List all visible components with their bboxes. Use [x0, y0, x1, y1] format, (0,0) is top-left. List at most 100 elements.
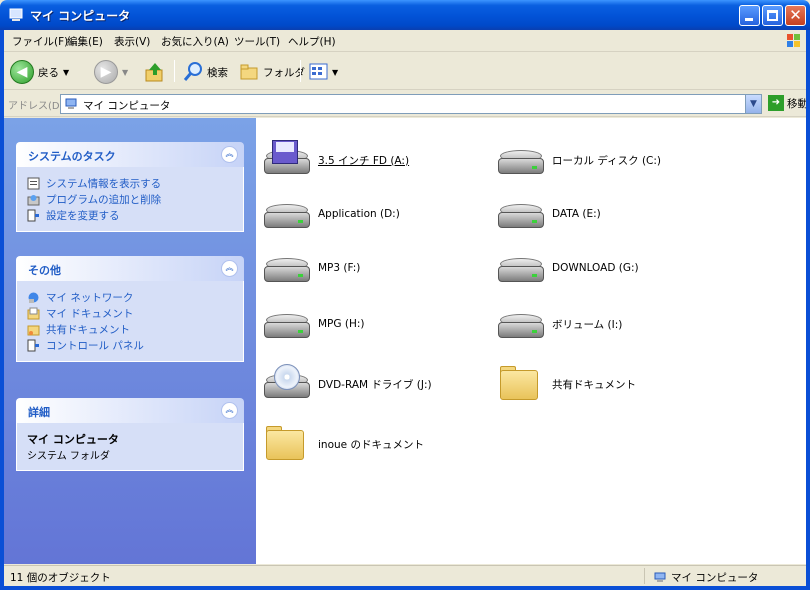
go-button[interactable]: ➜ 移動	[768, 95, 808, 111]
panel-title: 詳細	[28, 406, 50, 419]
system-tasks-panel: システムのタスク ︽ システム情報を表示する プログラムの追加と削除 設定を変更…	[16, 142, 244, 232]
place-my-network[interactable]: マイ ネットワーク	[27, 289, 233, 305]
task-change-settings[interactable]: 設定を変更する	[27, 207, 233, 223]
other-places-panel: その他 ︽ マイ ネットワーク マイ ドキュメント 共有ドキュメント コントロー…	[16, 256, 244, 362]
item-label: inoue のドキュメント	[318, 438, 424, 451]
item-label: 3.5 インチ FD (A:)	[318, 154, 410, 167]
standard-toolbar: ◀ 戻る ▼ ▶ ▼ 検索 フォルダ ▼	[4, 52, 806, 90]
place-shared-documents[interactable]: 共有ドキュメント	[27, 321, 233, 337]
up-folder-button[interactable]	[144, 59, 166, 85]
collapse-chevron-icon[interactable]: ︽	[221, 146, 238, 163]
drive-item-i[interactable]: ボリューム (I:)	[496, 304, 622, 344]
back-label: 戻る	[38, 66, 59, 79]
drive-item-g[interactable]: DOWNLOAD (G:)	[496, 248, 639, 288]
drive-item-c[interactable]: ローカル ディスク (C:)	[496, 140, 661, 180]
forward-arrow-icon: ▶	[94, 60, 118, 84]
panel-title: システムのタスク	[28, 150, 116, 163]
title-bar[interactable]: マイ コンピュータ ✕	[0, 0, 810, 30]
task-view-system-info[interactable]: システム情報を表示する	[27, 175, 233, 191]
task-add-remove-programs[interactable]: プログラムの追加と削除	[27, 191, 233, 207]
drive-item-floppy[interactable]: 3.5 インチ FD (A:)	[262, 140, 409, 180]
status-divider	[644, 568, 645, 584]
content-pane: 3.5 インチ FD (A:) ローカル ディスク (C:) Applicati…	[256, 118, 806, 564]
folder-item-user-documents[interactable]: inoue のドキュメント	[262, 424, 424, 464]
forward-button[interactable]: ▶ ▼	[94, 59, 128, 85]
search-label: 検索	[207, 66, 228, 79]
go-label: 移動	[787, 97, 808, 110]
status-object-count: 11 個のオブジェクト	[10, 572, 111, 584]
views-icon	[309, 63, 328, 80]
hard-drive-icon	[262, 304, 312, 344]
folder-icon	[262, 424, 312, 464]
hard-drive-icon	[496, 304, 546, 344]
my-documents-icon	[27, 307, 40, 319]
maximize-button[interactable]	[762, 5, 783, 26]
status-location: マイ コンピュータ	[654, 570, 758, 585]
item-label: DVD-RAM ドライブ (J:)	[318, 378, 432, 391]
windows-logo-icon	[787, 34, 800, 47]
network-icon	[28, 292, 39, 303]
item-label: DOWNLOAD (G:)	[552, 262, 639, 274]
minimize-button[interactable]	[739, 5, 760, 26]
details-name: マイ コンピュータ	[27, 433, 119, 446]
other-places-header[interactable]: その他 ︽	[16, 256, 244, 281]
drive-item-d[interactable]: Application (D:)	[262, 194, 400, 234]
item-label: ボリューム (I:)	[552, 318, 623, 331]
toolbar-separator	[174, 60, 175, 82]
place-my-documents[interactable]: マイ ドキュメント	[27, 305, 233, 321]
folder-icon	[496, 364, 546, 404]
address-dropdown-icon[interactable]: ▼	[745, 95, 761, 113]
task-pane: システムのタスク ︽ システム情報を表示する プログラムの追加と削除 設定を変更…	[4, 118, 256, 564]
search-icon	[183, 62, 202, 81]
menu-bar: ファイル(F) 編集(E) 表示(V) お気に入り(A) ツール(T) ヘルプ(…	[4, 30, 806, 52]
drive-item-dvd[interactable]: DVD-RAM ドライブ (J:)	[262, 364, 432, 404]
menu-edit[interactable]: 編集(E)	[67, 34, 103, 49]
forward-dropdown-icon[interactable]: ▼	[122, 68, 128, 77]
folder-item-shared-documents[interactable]: 共有ドキュメント	[496, 364, 636, 404]
item-label: MPG (H:)	[318, 318, 365, 330]
place-label: 共有ドキュメント	[46, 323, 130, 336]
menu-help[interactable]: ヘルプ(H)	[288, 34, 336, 49]
item-label: ローカル ディスク (C:)	[552, 154, 662, 167]
status-bar: 11 個のオブジェクト マイ コンピュータ	[4, 565, 806, 586]
collapse-chevron-icon[interactable]: ︽	[221, 402, 238, 419]
details-type: システム フォルダ	[27, 451, 110, 462]
collapse-chevron-icon[interactable]: ︽	[221, 260, 238, 277]
hard-drive-icon	[496, 248, 546, 288]
maximize-icon	[767, 10, 778, 21]
my-computer-icon	[654, 572, 666, 582]
drive-item-f[interactable]: MP3 (F:)	[262, 248, 360, 288]
close-icon: ✕	[789, 6, 802, 24]
address-label: アドレス(D)	[8, 101, 64, 112]
system-tasks-header[interactable]: システムのタスク ︽	[16, 142, 244, 167]
views-button[interactable]: ▼	[308, 59, 338, 85]
place-label: マイ ドキュメント	[46, 307, 134, 320]
place-control-panel[interactable]: コントロール パネル	[27, 337, 233, 353]
search-button[interactable]: 検索	[182, 59, 228, 85]
address-input[interactable]: マイ コンピュータ ▼	[60, 94, 762, 114]
panel-title: その他	[28, 264, 61, 277]
address-value: マイ コンピュータ	[83, 100, 171, 112]
menu-tools[interactable]: ツール(T)	[234, 34, 280, 49]
menu-favorites[interactable]: お気に入り(A)	[161, 34, 229, 49]
task-label: システム情報を表示する	[46, 177, 162, 190]
drive-item-h[interactable]: MPG (H:)	[262, 304, 365, 344]
item-label: 共有ドキュメント	[552, 378, 636, 391]
menu-view[interactable]: 表示(V)	[114, 34, 150, 49]
close-button[interactable]: ✕	[785, 5, 806, 26]
item-label: MP3 (F:)	[318, 262, 361, 274]
status-location-label: マイ コンピュータ	[671, 572, 759, 584]
details-header[interactable]: 詳細 ︽	[16, 398, 244, 423]
up-folder-icon	[145, 63, 163, 82]
back-dropdown-icon[interactable]: ▼	[63, 68, 69, 77]
menu-file[interactable]: ファイル(F)	[12, 34, 68, 49]
back-button[interactable]: ◀ 戻る ▼	[10, 59, 69, 85]
floppy-drive-icon	[262, 140, 312, 180]
drive-item-e[interactable]: DATA (E:)	[496, 194, 601, 234]
minimize-icon	[745, 18, 753, 21]
back-arrow-icon: ◀	[10, 60, 34, 84]
explorer-window: マイ コンピュータ ✕ ファイル(F) 編集(E) 表示(V) お気に入り(A)…	[0, 0, 810, 590]
other-places-body: マイ ネットワーク マイ ドキュメント 共有ドキュメント コントロール パネル	[16, 281, 244, 362]
details-panel: 詳細 ︽ マイ コンピュータ システム フォルダ	[16, 398, 244, 471]
folders-button[interactable]: フォルダ	[238, 59, 305, 85]
